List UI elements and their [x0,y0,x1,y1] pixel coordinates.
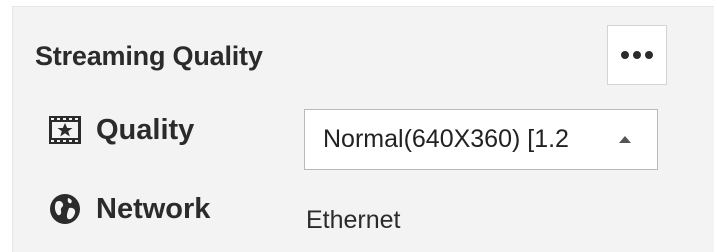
quality-select[interactable]: Normal(640X360) [1.2 [304,109,658,170]
more-dots-icon [621,51,653,59]
panel-title: Streaming Quality [35,41,263,71]
quality-row-label: Quality [48,113,194,147]
caret-up-icon [619,136,631,143]
globe-icon [48,192,82,226]
film-star-icon [48,113,82,147]
network-label-text: Network [96,192,211,225]
streaming-quality-panel: Streaming Quality Quality Normal(640X360… [12,6,714,252]
network-value: Ethernet [306,206,401,234]
quality-label-text: Quality [96,113,195,146]
network-row-label: Network [48,192,210,226]
quality-select-value: Normal(640X360) [1.2 [323,125,569,153]
more-options-button[interactable] [607,25,667,85]
